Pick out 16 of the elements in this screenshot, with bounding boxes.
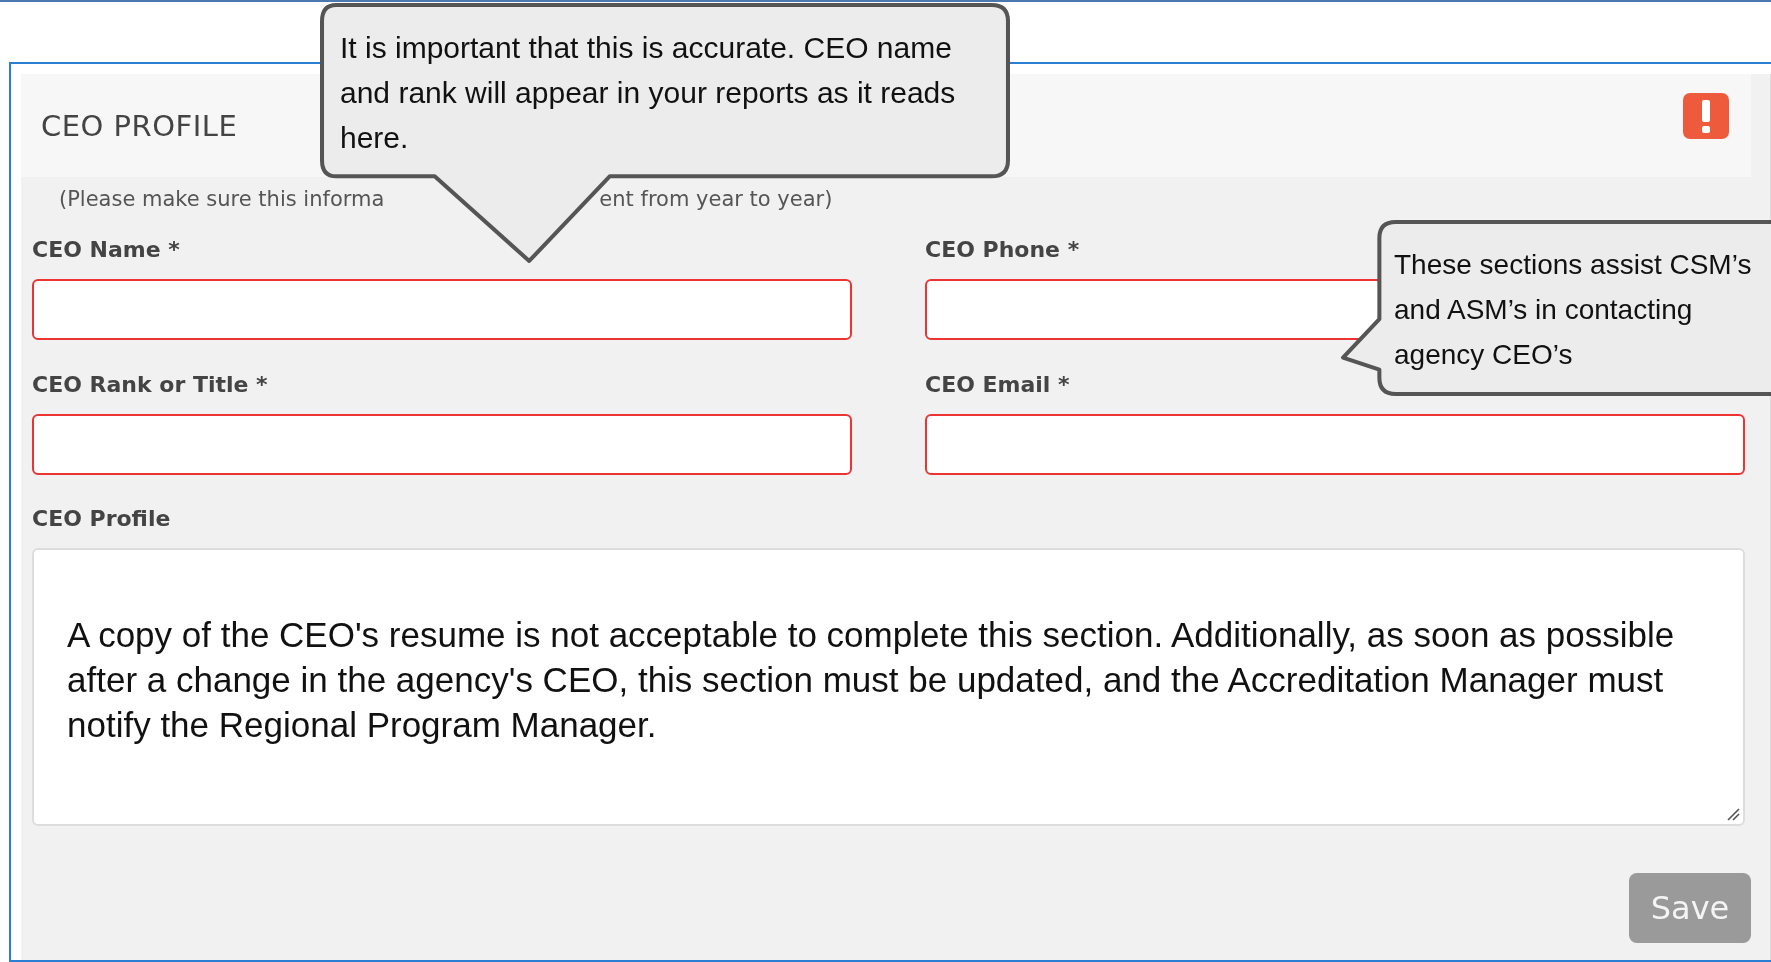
callout-text: These sections assist CSM’s and ASM’s in contacting agency CEO’s (1394, 248, 1753, 372)
panel-title: CEO PROFILE (41, 108, 238, 143)
field-label: CEO Rank or Title * (32, 371, 268, 399)
callout-text: It is important that this is accurate. CEO name and rank will appear in your reports as it reads here. (340, 30, 957, 156)
input-field[interactable] (32, 414, 852, 475)
field-label: CEO Name * (32, 236, 180, 264)
subtitle: (Please make sure this informa (59, 187, 385, 211)
input-field[interactable] (32, 279, 852, 340)
field-label: CEO Phone * (925, 236, 1080, 264)
input-field[interactable] (925, 414, 1745, 475)
resize-handle-icon[interactable] (1726, 807, 1740, 821)
field-label: CEO Email * (925, 371, 1070, 399)
text-area[interactable] (32, 548, 1745, 826)
subtitle: ent from year to year) (599, 187, 833, 211)
text-area-value: A copy of the CEO's resume is not acceptable to complete this section. Additionally, as soon as possible after a change in the agency's CEO, this section must be updated, and the Accreditation Manager must notify the Regional Program Manager. (67, 614, 1676, 746)
field-label: CEO Profile (32, 505, 171, 533)
